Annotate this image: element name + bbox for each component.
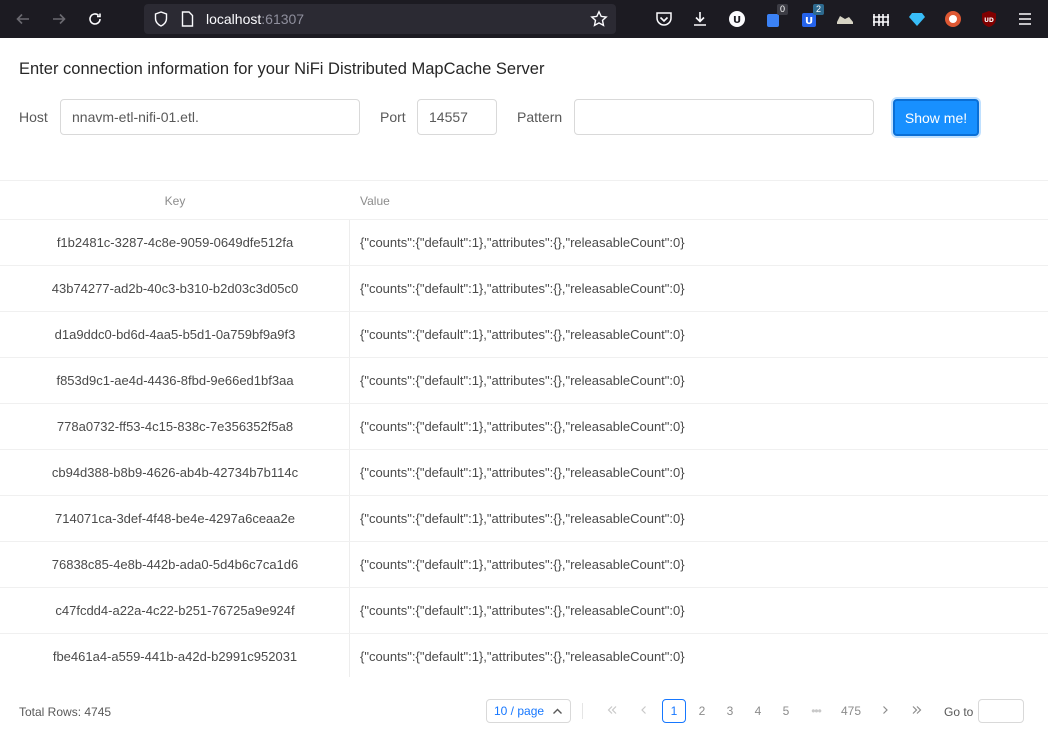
value-cell: {"counts":{"default":1},"attributes":{},…: [360, 235, 685, 250]
page-2[interactable]: 2: [690, 699, 714, 723]
page-475[interactable]: 475: [836, 699, 866, 723]
key-cell: f853d9c1-ae4d-4436-8fbd-9e66ed1bf3aa: [56, 373, 294, 388]
bookmark-star-icon[interactable]: [590, 10, 608, 28]
value-cell: {"counts":{"default":1},"attributes":{},…: [360, 511, 685, 526]
extension-badge: 0: [777, 4, 788, 15]
value-cell: {"counts":{"default":1},"attributes":{},…: [360, 281, 685, 296]
port-label: Port: [380, 109, 406, 125]
back-button[interactable]: [10, 7, 36, 31]
page-ellipsis[interactable]: •••: [804, 699, 828, 723]
key-cell: 76838c85-4e8b-442b-ada0-5d4b6c7ca1d6: [51, 557, 299, 572]
extension-bookmark-icon[interactable]: 0: [762, 4, 788, 30]
chevron-left-icon: [641, 706, 646, 714]
table-row[interactable]: 778a0732-ff53-4c15-838c-7e356352f5a8 {"co…: [0, 404, 1048, 450]
table-row[interactable]: fbe461a4-a559-441b-a42d-b2991c952031 {"co…: [0, 634, 1048, 680]
svg-text:UD: UD: [984, 17, 994, 24]
double-chevron-left-icon: [607, 706, 617, 714]
table-row[interactable]: f1b2481c-3287-4c8e-9059-0649dfe512fa {"co…: [0, 220, 1048, 266]
table-row[interactable]: 76838c85-4e8b-442b-ada0-5d4b6c7ca1d6 {"co…: [0, 542, 1048, 588]
table-row[interactable]: 714071ca-3def-4f48-be4e-4297a6ceaa2e {"co…: [0, 496, 1048, 542]
pattern-label: Pattern: [517, 109, 563, 125]
last-page-button[interactable]: [905, 699, 929, 723]
page-4[interactable]: 4: [746, 699, 770, 723]
page-size-value: 10 / page: [494, 704, 545, 718]
total-rows: Total Rows: 4745: [19, 705, 112, 719]
svg-text:U: U: [805, 16, 813, 27]
pattern-input[interactable]: [574, 99, 874, 135]
duckduckgo-icon[interactable]: [942, 8, 964, 30]
key-cell: 714071ca-3def-4f48-be4e-4297a6ceaa2e: [55, 511, 295, 526]
extension-badge: 2: [813, 4, 824, 15]
table-row[interactable]: c47fcdd4-a22a-4c22-b251-76725a9e924f {"co…: [0, 588, 1048, 634]
key-cell: d1a9ddc0-bd6d-4aa5-b5d1-0a759bf9a9f3: [54, 327, 296, 342]
extension-u2-icon[interactable]: U 2: [798, 4, 824, 30]
extension-gem-icon[interactable]: [906, 8, 928, 30]
value-cell: {"counts":{"default":1},"attributes":{},…: [360, 373, 685, 388]
download-icon[interactable]: [689, 8, 711, 30]
address-bar[interactable]: localhost:61307: [144, 4, 616, 34]
results-table: Key Value f1b2481c-3287-4c8e-9059-0649df…: [0, 180, 1048, 680]
url-text[interactable]: localhost:61307: [206, 11, 304, 27]
host-input[interactable]: [60, 99, 360, 135]
goto-label: Go to: [944, 705, 974, 719]
pagination-divider: [582, 703, 583, 719]
page-size-select[interactable]: 10 / page: [486, 699, 571, 723]
column-header-key[interactable]: Key: [0, 181, 350, 221]
port-input[interactable]: [417, 99, 497, 135]
value-cell: {"counts":{"default":1},"attributes":{},…: [360, 419, 685, 434]
table-row[interactable]: f853d9c1-ae4d-4436-8fbd-9e66ed1bf3aa {"co…: [0, 358, 1048, 404]
page-icon[interactable]: [178, 10, 196, 28]
key-cell: fbe461a4-a559-441b-a42d-b2991c952031: [52, 649, 298, 664]
prev-page-button[interactable]: [632, 699, 656, 723]
table-row[interactable]: cb94d388-b8b9-4626-ab4b-42734b7b114c {"co…: [0, 450, 1048, 496]
ublock-origin-icon[interactable]: UD: [978, 8, 1000, 30]
table-row[interactable]: 43b74277-ad2b-40c3-b310-b2d03c3d05c0 {"co…: [0, 266, 1048, 312]
double-chevron-right-icon: [912, 706, 922, 714]
host-label: Host: [19, 109, 48, 125]
goto-page-input[interactable]: [978, 699, 1024, 723]
table-header: Key Value: [0, 180, 1048, 220]
first-page-button[interactable]: [600, 699, 624, 723]
shield-icon[interactable]: [152, 10, 170, 28]
value-cell: {"counts":{"default":1},"attributes":{},…: [360, 603, 685, 618]
key-cell: f1b2481c-3287-4c8e-9059-0649dfe512fa: [56, 235, 294, 250]
show-me-button[interactable]: Show me!: [893, 99, 979, 136]
page-1[interactable]: 1: [662, 699, 686, 723]
page-5[interactable]: 5: [774, 699, 798, 723]
url-port: :61307: [261, 11, 305, 27]
value-cell: {"counts":{"default":1},"attributes":{},…: [360, 327, 685, 342]
menu-icon[interactable]: [1014, 8, 1036, 30]
value-cell: {"counts":{"default":1},"attributes":{},…: [360, 649, 685, 664]
reload-icon: [89, 13, 101, 25]
pocket-icon[interactable]: [653, 8, 675, 30]
column-header-value[interactable]: Value: [360, 181, 390, 221]
page-heading: Enter connection information for your Ni…: [19, 60, 545, 78]
reload-button[interactable]: [82, 7, 108, 31]
value-cell: {"counts":{"default":1},"attributes":{},…: [360, 465, 685, 480]
value-cell: {"counts":{"default":1},"attributes":{},…: [360, 557, 685, 572]
extension-u-icon[interactable]: U: [726, 8, 748, 30]
arrow-left-icon: [16, 13, 29, 25]
table-row[interactable]: d1a9ddc0-bd6d-4aa5-b5d1-0a759bf9a9f3 {"co…: [0, 312, 1048, 358]
extension-shoe-icon[interactable]: [834, 8, 856, 30]
next-page-button[interactable]: [873, 699, 897, 723]
key-cell: 778a0732-ff53-4c15-838c-7e356352f5a8: [56, 419, 294, 434]
key-cell: c47fcdd4-a22a-4c22-b251-76725a9e924f: [55, 603, 295, 618]
extension-fence-icon[interactable]: [870, 8, 892, 30]
svg-text:U: U: [733, 15, 741, 26]
forward-button[interactable]: [46, 7, 72, 31]
url-host: localhost: [206, 11, 262, 27]
arrow-right-icon: [53, 13, 66, 25]
chevron-up-icon: [552, 700, 563, 730]
browser-toolbar: localhost:61307 U 0 U 2 UD: [0, 0, 1048, 38]
key-cell: cb94d388-b8b9-4626-ab4b-42734b7b114c: [51, 465, 299, 480]
key-cell: 43b74277-ad2b-40c3-b310-b2d03c3d05c0: [51, 281, 299, 296]
page-3[interactable]: 3: [718, 699, 742, 723]
chevron-right-icon: [883, 706, 888, 714]
